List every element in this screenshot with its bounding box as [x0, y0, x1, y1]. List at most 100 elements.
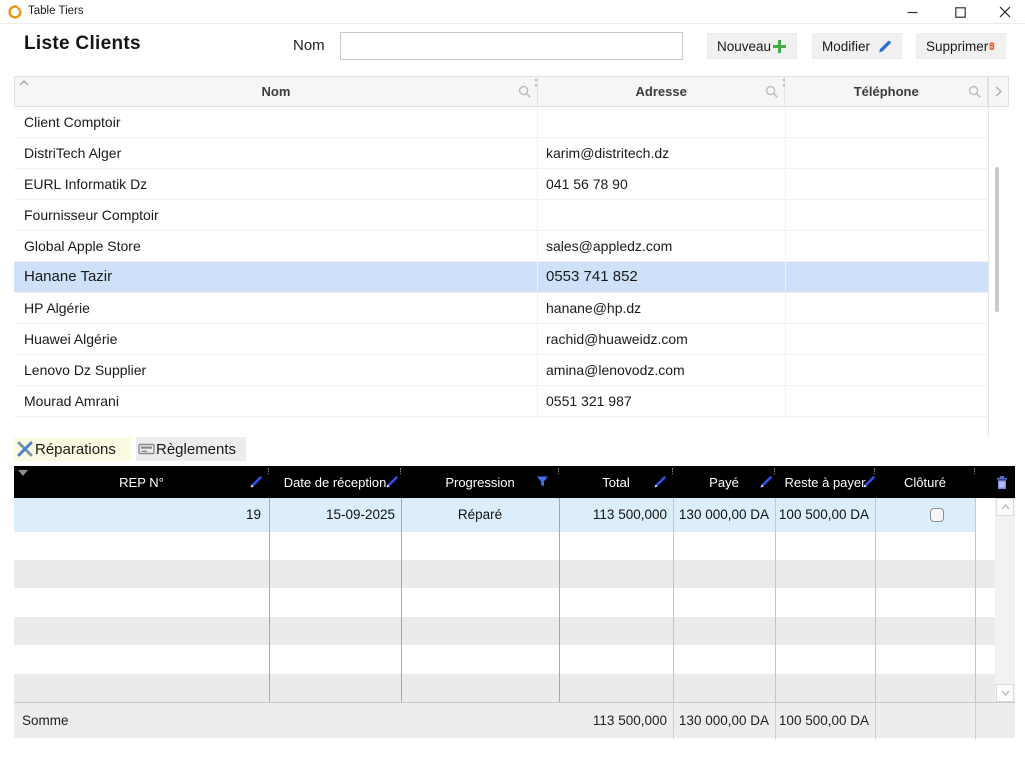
repairs-scrollbar[interactable]: [995, 498, 1015, 702]
cell-nom: Huawei Algérie: [14, 324, 538, 354]
close-icon: [999, 6, 1011, 18]
summary-label: Somme: [22, 703, 69, 739]
chevron-up-icon: [1001, 504, 1010, 510]
cell-telephone: [786, 386, 988, 416]
table-row[interactable]: Huawei Algérierachid@huaweidz.com: [14, 324, 988, 355]
cloture-checkbox[interactable]: [930, 508, 944, 522]
tab-reparations[interactable]: Réparations: [14, 437, 131, 461]
scroll-up-button[interactable]: [996, 498, 1014, 516]
edit-column-icon[interactable]: [653, 475, 667, 489]
window-title: Table Tiers: [28, 5, 84, 17]
cell-telephone: [786, 138, 988, 168]
search-column-icon[interactable]: [765, 85, 779, 99]
column-header-reste-label: Reste à payer: [785, 475, 866, 490]
cell-telephone: [786, 231, 988, 261]
column-header-date[interactable]: Date de réception: [269, 466, 401, 498]
column-header-progression-label: Progression: [445, 475, 514, 490]
sort-ascending-icon: [19, 80, 29, 86]
search-input[interactable]: [340, 32, 683, 60]
edit-column-icon[interactable]: [385, 475, 399, 489]
column-resize-handle[interactable]: [535, 79, 537, 86]
filter-icon[interactable]: [536, 475, 549, 488]
empty-row: [14, 560, 995, 588]
cell-telephone: [786, 293, 988, 323]
cell-telephone: [786, 200, 988, 230]
table-row[interactable]: DistriTech Algerkarim@distritech.dz: [14, 138, 988, 169]
column-chooser-button[interactable]: [989, 76, 1009, 107]
delete-button[interactable]: Supprimer: [916, 33, 1006, 59]
column-header-total[interactable]: Total: [559, 466, 673, 498]
delete-row-icon[interactable]: [995, 475, 1009, 490]
page-title: Liste Clients: [24, 33, 141, 55]
repairs-table: REP N° Date de réception Progression Tot…: [14, 466, 1015, 738]
delete-button-label: Supprimer: [926, 39, 988, 54]
new-button[interactable]: Nouveau: [707, 33, 797, 59]
table-row[interactable]: Lenovo Dz Supplieramina@lenovodz.com: [14, 355, 988, 386]
table-row[interactable]: EURL Informatik Dz041 56 78 90: [14, 169, 988, 200]
column-header-paye[interactable]: Payé: [673, 466, 775, 498]
column-header-nom[interactable]: Nom: [15, 77, 538, 106]
maximize-button[interactable]: [939, 0, 981, 24]
cell-reste: 100 500,00 DA: [775, 498, 869, 532]
column-header-adresse-label: Adresse: [636, 84, 687, 99]
cell-nom: Hanane Tazir: [14, 262, 538, 292]
search-label: Nom: [293, 37, 325, 54]
column-header-adresse[interactable]: Adresse: [538, 77, 785, 106]
column-header-total-label: Total: [602, 475, 629, 490]
plus-icon: [772, 39, 787, 54]
scroll-down-button[interactable]: [996, 684, 1014, 702]
search-column-icon[interactable]: [518, 85, 532, 99]
edit-button-label: Modifier: [822, 39, 870, 54]
summary-total: 113 500,000: [559, 703, 667, 739]
cell-nom: DistriTech Alger: [14, 138, 538, 168]
vertical-scrollbar-thumb[interactable]: [995, 167, 999, 312]
column-resize-handle[interactable]: [783, 79, 785, 86]
cell-adresse: 0553 741 852: [538, 262, 786, 292]
minimize-button[interactable]: [891, 0, 933, 24]
cell-telephone: [786, 169, 988, 199]
cell-nom: Global Apple Store: [14, 231, 538, 261]
column-header-progression[interactable]: Progression: [401, 466, 559, 498]
search-column-icon[interactable]: [968, 85, 982, 99]
tab-reparations-label: Réparations: [35, 441, 116, 458]
repair-row[interactable]: 19 15-09-2025 Réparé 113 500,000 130 000…: [14, 498, 975, 532]
edit-column-icon[interactable]: [249, 475, 263, 489]
edit-column-icon[interactable]: [862, 475, 876, 489]
edit-button[interactable]: Modifier: [812, 33, 902, 59]
column-header-rep-no[interactable]: REP N°: [14, 466, 269, 498]
column-header-date-label: Date de réception: [284, 475, 387, 490]
cell-adresse: [538, 107, 786, 137]
table-row-selected[interactable]: Hanane Tazir0553 741 852: [14, 262, 988, 293]
table-row[interactable]: HP Algériehanane@hp.dz: [14, 293, 988, 324]
column-header-cloture-label: Clôturé: [904, 475, 946, 490]
cell-adresse: 0551 321 987: [538, 386, 786, 416]
cell-telephone: [786, 107, 988, 137]
new-button-label: Nouveau: [717, 39, 771, 54]
minimize-icon: [907, 7, 918, 18]
empty-row: [14, 674, 995, 702]
close-button[interactable]: [984, 0, 1025, 24]
clients-table-header: Nom Adresse Téléphone: [14, 76, 988, 107]
column-header-cloture[interactable]: Clôturé: [875, 466, 975, 498]
cell-nom: Fournisseur Comptoir: [14, 200, 538, 230]
table-row[interactable]: Mourad Amrani0551 321 987: [14, 386, 988, 417]
table-row[interactable]: Global Apple Storesales@appledz.com: [14, 231, 988, 262]
cell-adresse: [538, 200, 786, 230]
table-row[interactable]: Fournisseur Comptoir: [14, 200, 988, 231]
cell-adresse: amina@lenovodz.com: [538, 355, 786, 385]
trash-icon: [988, 38, 996, 54]
tab-reglements[interactable]: Règlements: [136, 437, 246, 461]
app-icon: [8, 5, 22, 19]
column-header-rep-no-label: REP N°: [119, 475, 164, 490]
summary-row: Somme 113 500,000 130 000,00 DA 100 500,…: [14, 702, 1015, 738]
table-row[interactable]: Client Comptoir: [14, 107, 988, 138]
column-header-telephone[interactable]: Téléphone: [785, 77, 987, 106]
edit-column-icon[interactable]: [759, 475, 773, 489]
cell-rep-no: 19: [14, 498, 261, 532]
cell-adresse: rachid@huaweidz.com: [538, 324, 786, 354]
cell-telephone: [786, 324, 988, 354]
column-header-reste[interactable]: Reste à payer: [775, 466, 875, 498]
chevron-down-icon: [1001, 690, 1010, 696]
cell-nom: Mourad Amrani: [14, 386, 538, 416]
tools-icon: [16, 440, 34, 458]
